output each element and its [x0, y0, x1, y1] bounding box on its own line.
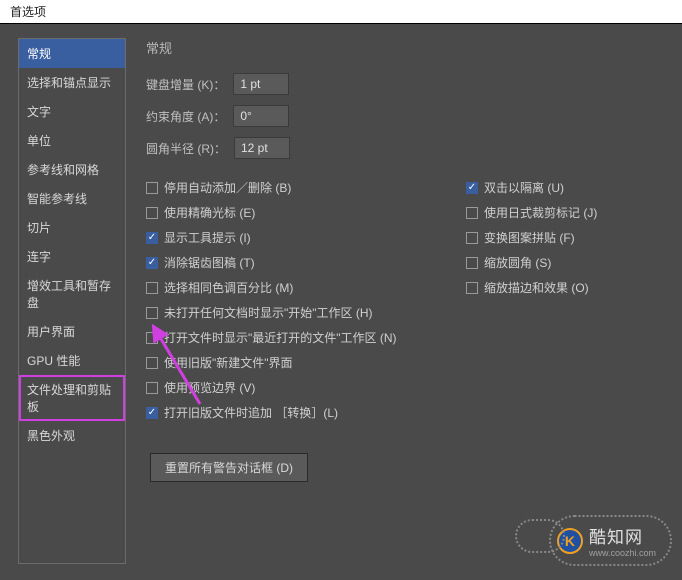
checkbox-icon[interactable]	[466, 282, 478, 294]
sidebar-item-10[interactable]: GPU 性能	[19, 346, 125, 375]
checkbox-label: 缩放描边和效果 (O)	[484, 279, 589, 296]
checkbox-label: 打开文件时显示"最近打开的文件"工作区 (N)	[164, 329, 397, 346]
sidebar-item-2[interactable]: 文字	[19, 97, 125, 126]
left-check-row-3[interactable]: 消除锯齿图稿 (T)	[146, 254, 466, 271]
checkbox-label: 使用预览边界 (V)	[164, 379, 255, 396]
field-row-0: 键盘增量 (K)：	[146, 73, 672, 95]
field-input-1[interactable]	[233, 105, 289, 127]
checkbox-label: 变换图案拼贴 (F)	[484, 229, 575, 246]
checkbox-columns: 停用自动添加／删除 (B) 使用精确光标 (E) 显示工具提示 (I) 消除锯齿图稿 …	[146, 179, 672, 429]
left-check-row-7[interactable]: 使用旧版"新建文件"界面	[146, 354, 466, 371]
field-label: 键盘增量 (K)：	[146, 76, 225, 93]
field-label: 圆角半径 (R)：	[146, 140, 226, 157]
checkbox-icon[interactable]	[146, 207, 158, 219]
reset-warnings-button[interactable]: 重置所有警告对话框 (D)	[150, 453, 308, 482]
watermark: K 酷知网 www.coozhi.com	[549, 515, 672, 566]
checkbox-icon[interactable]	[146, 282, 158, 294]
checkbox-icon[interactable]	[146, 257, 158, 269]
checkbox-icon[interactable]	[146, 407, 158, 419]
checkbox-icon[interactable]	[466, 232, 478, 244]
right-check-row-0[interactable]: 双击以隔离 (U)	[466, 179, 672, 196]
watermark-url: www.coozhi.com	[589, 548, 656, 558]
left-check-row-2[interactable]: 显示工具提示 (I)	[146, 229, 466, 246]
watermark-text: 酷知网	[589, 523, 656, 548]
right-check-row-3[interactable]: 缩放圆角 (S)	[466, 254, 672, 271]
left-check-row-4[interactable]: 选择相同色调百分比 (M)	[146, 279, 466, 296]
checkbox-label: 打开旧版文件时追加 ［转换］(L)	[164, 404, 338, 421]
sidebar-item-5[interactable]: 智能参考线	[19, 184, 125, 213]
sidebar-item-0[interactable]: 常规	[19, 39, 125, 68]
checkbox-icon[interactable]	[146, 332, 158, 344]
window-title: 首选项	[10, 5, 46, 19]
dialog-body: 常规选择和锚点显示文字单位参考线和网格智能参考线切片连字增效工具和暂存盘用户界面…	[0, 24, 682, 574]
sidebar-item-12[interactable]: 黑色外观	[19, 421, 125, 450]
sidebar-item-11[interactable]: 文件处理和剪贴板	[19, 375, 125, 421]
sidebar-item-3[interactable]: 单位	[19, 126, 125, 155]
checkbox-icon[interactable]	[146, 382, 158, 394]
sidebar-item-9[interactable]: 用户界面	[19, 317, 125, 346]
checkbox-label: 使用精确光标 (E)	[164, 204, 255, 221]
field-input-0[interactable]	[233, 73, 289, 95]
checkbox-label: 显示工具提示 (I)	[164, 229, 251, 246]
checkbox-icon[interactable]	[466, 207, 478, 219]
title-bar: 首选项	[0, 0, 682, 24]
left-check-row-5[interactable]: 未打开任何文档时显示"开始"工作区 (H)	[146, 304, 466, 321]
main-panel: 常规 键盘增量 (K)： 约束角度 (A)： 圆角半径 (R)： 停用自动添加／删除…	[126, 38, 672, 564]
field-input-2[interactable]	[234, 137, 290, 159]
checkbox-icon[interactable]	[146, 182, 158, 194]
field-label: 约束角度 (A)：	[146, 108, 225, 125]
left-check-row-1[interactable]: 使用精确光标 (E)	[146, 204, 466, 221]
left-check-row-6[interactable]: 打开文件时显示"最近打开的文件"工作区 (N)	[146, 329, 466, 346]
sidebar: 常规选择和锚点显示文字单位参考线和网格智能参考线切片连字增效工具和暂存盘用户界面…	[18, 38, 126, 564]
checkbox-icon[interactable]	[146, 357, 158, 369]
sidebar-item-7[interactable]: 连字	[19, 242, 125, 271]
right-check-row-1[interactable]: 使用日式裁剪标记 (J)	[466, 204, 672, 221]
checkbox-label: 停用自动添加／删除 (B)	[164, 179, 291, 196]
checkbox-label: 双击以隔离 (U)	[484, 179, 564, 196]
checkbox-label: 使用日式裁剪标记 (J)	[484, 204, 597, 221]
checkbox-label: 使用旧版"新建文件"界面	[164, 354, 293, 371]
sidebar-item-6[interactable]: 切片	[19, 213, 125, 242]
checkbox-label: 选择相同色调百分比 (M)	[164, 279, 293, 296]
left-check-row-9[interactable]: 打开旧版文件时追加 ［转换］(L)	[146, 404, 466, 421]
checkbox-icon[interactable]	[146, 307, 158, 319]
field-row-2: 圆角半径 (R)：	[146, 137, 672, 159]
sidebar-item-8[interactable]: 增效工具和暂存盘	[19, 271, 125, 317]
field-row-1: 约束角度 (A)：	[146, 105, 672, 127]
sidebar-item-4[interactable]: 参考线和网格	[19, 155, 125, 184]
checkbox-label: 消除锯齿图稿 (T)	[164, 254, 255, 271]
section-title: 常规	[146, 38, 672, 57]
right-check-row-2[interactable]: 变换图案拼贴 (F)	[466, 229, 672, 246]
checkbox-icon[interactable]	[466, 257, 478, 269]
sidebar-item-1[interactable]: 选择和锚点显示	[19, 68, 125, 97]
checkbox-icon[interactable]	[466, 182, 478, 194]
left-check-row-0[interactable]: 停用自动添加／删除 (B)	[146, 179, 466, 196]
right-check-row-4[interactable]: 缩放描边和效果 (O)	[466, 279, 672, 296]
checkbox-label: 未打开任何文档时显示"开始"工作区 (H)	[164, 304, 373, 321]
checkbox-label: 缩放圆角 (S)	[484, 254, 551, 271]
left-check-row-8[interactable]: 使用预览边界 (V)	[146, 379, 466, 396]
checkbox-icon[interactable]	[146, 232, 158, 244]
